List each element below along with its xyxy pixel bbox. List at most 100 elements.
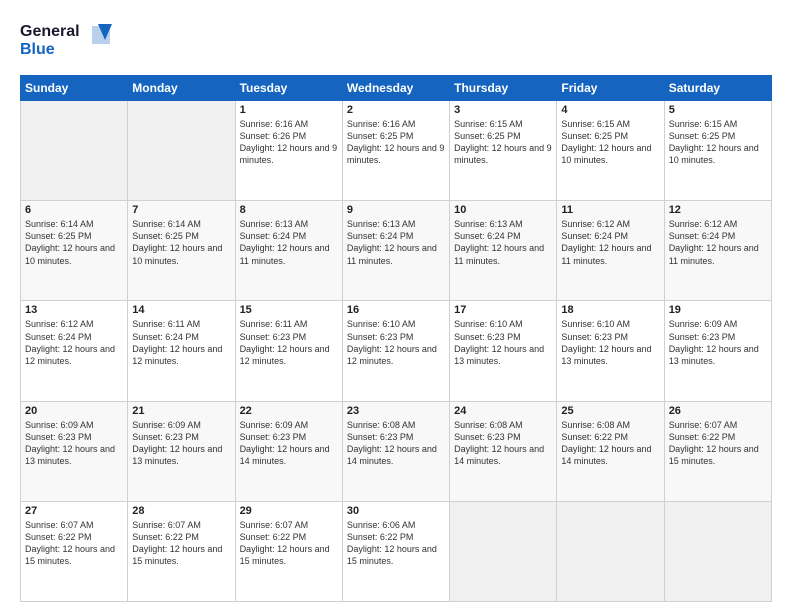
- day-number: 21: [132, 405, 230, 417]
- day-info: Sunrise: 6:10 AM Sunset: 6:23 PM Dayligh…: [454, 318, 552, 367]
- calendar-cell: [450, 501, 557, 601]
- day-info: Sunrise: 6:16 AM Sunset: 6:25 PM Dayligh…: [347, 118, 445, 167]
- day-number: 5: [669, 104, 767, 116]
- calendar-cell: 29Sunrise: 6:07 AM Sunset: 6:22 PM Dayli…: [235, 501, 342, 601]
- calendar-cell: 8 Sunrise: 6:13 AM Sunset: 6:24 PM Daylig…: [235, 201, 342, 301]
- day-number: 28: [132, 505, 230, 517]
- day-number: 3: [454, 104, 552, 116]
- calendar-week-2: 6 Sunrise: 6:14 AM Sunset: 6:25 PM Daylig…: [21, 201, 772, 301]
- day-info: Sunrise: 6:14 AM Sunset: 6:25 PM Dayligh…: [25, 218, 123, 267]
- day-number: 7: [132, 204, 230, 216]
- day-info: Sunrise: 6:08 AM Sunset: 6:23 PM Dayligh…: [347, 419, 445, 468]
- day-info: Sunrise: 6:13 AM Sunset: 6:24 PM Dayligh…: [240, 218, 338, 267]
- calendar-cell: 4Sunrise: 6:15 AM Sunset: 6:25 PM Daylig…: [557, 101, 664, 201]
- day-number: 10: [454, 204, 552, 216]
- calendar-table: SundayMondayTuesdayWednesdayThursdayFrid…: [20, 75, 772, 602]
- calendar-cell: 9 Sunrise: 6:13 AM Sunset: 6:24 PM Daylig…: [342, 201, 449, 301]
- day-info: Sunrise: 6:07 AM Sunset: 6:22 PM Dayligh…: [25, 519, 123, 568]
- day-info: Sunrise: 6:14 AM Sunset: 6:25 PM Dayligh…: [132, 218, 230, 267]
- calendar-cell: 14 Sunrise: 6:11 AM Sunset: 6:24 PM Dayli…: [128, 301, 235, 401]
- weekday-header-monday: Monday: [128, 76, 235, 101]
- weekday-header-wednesday: Wednesday: [342, 76, 449, 101]
- calendar-cell: 28 Sunrise: 6:07 AM Sunset: 6:22 PM Dayli…: [128, 501, 235, 601]
- day-info: Sunrise: 6:10 AM Sunset: 6:23 PM Dayligh…: [347, 318, 445, 367]
- calendar-cell: 6 Sunrise: 6:14 AM Sunset: 6:25 PM Daylig…: [21, 201, 128, 301]
- weekday-header-row: SundayMondayTuesdayWednesdayThursdayFrid…: [21, 76, 772, 101]
- day-number: 16: [347, 304, 445, 316]
- day-info: Sunrise: 6:15 AM Sunset: 6:25 PM Dayligh…: [561, 118, 659, 167]
- day-info: Sunrise: 6:08 AM Sunset: 6:23 PM Dayligh…: [454, 419, 552, 468]
- weekday-header-friday: Friday: [557, 76, 664, 101]
- day-number: 19: [669, 304, 767, 316]
- day-info: Sunrise: 6:11 AM Sunset: 6:24 PM Dayligh…: [132, 318, 230, 367]
- calendar-cell: 13 Sunrise: 6:12 AM Sunset: 6:24 PM Dayli…: [21, 301, 128, 401]
- day-number: 11: [561, 204, 659, 216]
- day-number: 29: [240, 505, 338, 517]
- day-number: 25: [561, 405, 659, 417]
- day-number: 8: [240, 204, 338, 216]
- calendar-cell: [21, 101, 128, 201]
- weekday-header-sunday: Sunday: [21, 76, 128, 101]
- day-number: 13: [25, 304, 123, 316]
- calendar-cell: 7 Sunrise: 6:14 AM Sunset: 6:25 PM Daylig…: [128, 201, 235, 301]
- day-info: Sunrise: 6:15 AM Sunset: 6:25 PM Dayligh…: [454, 118, 552, 167]
- day-number: 24: [454, 405, 552, 417]
- day-info: Sunrise: 6:09 AM Sunset: 6:23 PM Dayligh…: [669, 318, 767, 367]
- day-info: Sunrise: 6:09 AM Sunset: 6:23 PM Dayligh…: [132, 419, 230, 468]
- svg-text:Blue: Blue: [20, 41, 55, 58]
- day-info: Sunrise: 6:06 AM Sunset: 6:22 PM Dayligh…: [347, 519, 445, 568]
- svg-text:General: General: [20, 23, 80, 40]
- logo-text: General Blue: [20, 18, 120, 65]
- day-info: Sunrise: 6:10 AM Sunset: 6:23 PM Dayligh…: [561, 318, 659, 367]
- calendar-cell: 2Sunrise: 6:16 AM Sunset: 6:25 PM Daylig…: [342, 101, 449, 201]
- calendar-cell: [557, 501, 664, 601]
- calendar-cell: 23 Sunrise: 6:08 AM Sunset: 6:23 PM Dayli…: [342, 401, 449, 501]
- day-number: 1: [240, 104, 338, 116]
- day-number: 9: [347, 204, 445, 216]
- calendar-cell: 20Sunrise: 6:09 AM Sunset: 6:23 PM Dayli…: [21, 401, 128, 501]
- weekday-header-thursday: Thursday: [450, 76, 557, 101]
- day-info: Sunrise: 6:13 AM Sunset: 6:24 PM Dayligh…: [347, 218, 445, 267]
- day-info: Sunrise: 6:09 AM Sunset: 6:23 PM Dayligh…: [25, 419, 123, 468]
- day-number: 23: [347, 405, 445, 417]
- calendar-cell: 18 Sunrise: 6:10 AM Sunset: 6:23 PM Dayli…: [557, 301, 664, 401]
- calendar-cell: 17 Sunrise: 6:10 AM Sunset: 6:23 PM Dayli…: [450, 301, 557, 401]
- calendar-cell: [128, 101, 235, 201]
- calendar-week-5: 27 Sunrise: 6:07 AM Sunset: 6:22 PM Dayli…: [21, 501, 772, 601]
- calendar-cell: [664, 501, 771, 601]
- calendar-cell: 11Sunrise: 6:12 AM Sunset: 6:24 PM Dayli…: [557, 201, 664, 301]
- calendar-week-3: 13 Sunrise: 6:12 AM Sunset: 6:24 PM Dayli…: [21, 301, 772, 401]
- day-number: 22: [240, 405, 338, 417]
- calendar-cell: 24 Sunrise: 6:08 AM Sunset: 6:23 PM Dayli…: [450, 401, 557, 501]
- calendar-cell: 22 Sunrise: 6:09 AM Sunset: 6:23 PM Dayli…: [235, 401, 342, 501]
- calendar-cell: 27 Sunrise: 6:07 AM Sunset: 6:22 PM Dayli…: [21, 501, 128, 601]
- calendar-cell: 5Sunrise: 6:15 AM Sunset: 6:25 PM Daylig…: [664, 101, 771, 201]
- weekday-header-tuesday: Tuesday: [235, 76, 342, 101]
- calendar-cell: 1 Sunrise: 6:16 AM Sunset: 6:26 PM Daylig…: [235, 101, 342, 201]
- calendar-cell: 15Sunrise: 6:11 AM Sunset: 6:23 PM Dayli…: [235, 301, 342, 401]
- calendar-week-4: 20Sunrise: 6:09 AM Sunset: 6:23 PM Dayli…: [21, 401, 772, 501]
- day-number: 27: [25, 505, 123, 517]
- logo-icon: General Blue: [20, 18, 120, 60]
- day-info: Sunrise: 6:07 AM Sunset: 6:22 PM Dayligh…: [132, 519, 230, 568]
- day-number: 18: [561, 304, 659, 316]
- day-info: Sunrise: 6:11 AM Sunset: 6:23 PM Dayligh…: [240, 318, 338, 367]
- page: General Blue SundayMondayTuesdayWednesda…: [0, 0, 792, 612]
- day-number: 17: [454, 304, 552, 316]
- calendar-cell: 12 Sunrise: 6:12 AM Sunset: 6:24 PM Dayli…: [664, 201, 771, 301]
- day-info: Sunrise: 6:09 AM Sunset: 6:23 PM Dayligh…: [240, 419, 338, 468]
- day-info: Sunrise: 6:16 AM Sunset: 6:26 PM Dayligh…: [240, 118, 338, 167]
- weekday-header-saturday: Saturday: [664, 76, 771, 101]
- calendar-cell: 30 Sunrise: 6:06 AM Sunset: 6:22 PM Dayli…: [342, 501, 449, 601]
- day-info: Sunrise: 6:12 AM Sunset: 6:24 PM Dayligh…: [25, 318, 123, 367]
- calendar-cell: 3 Sunrise: 6:15 AM Sunset: 6:25 PM Daylig…: [450, 101, 557, 201]
- calendar-cell: 10 Sunrise: 6:13 AM Sunset: 6:24 PM Dayli…: [450, 201, 557, 301]
- day-number: 30: [347, 505, 445, 517]
- day-info: Sunrise: 6:13 AM Sunset: 6:24 PM Dayligh…: [454, 218, 552, 267]
- day-number: 26: [669, 405, 767, 417]
- day-number: 12: [669, 204, 767, 216]
- day-number: 14: [132, 304, 230, 316]
- calendar-cell: 19 Sunrise: 6:09 AM Sunset: 6:23 PM Dayli…: [664, 301, 771, 401]
- day-number: 6: [25, 204, 123, 216]
- day-info: Sunrise: 6:12 AM Sunset: 6:24 PM Dayligh…: [669, 218, 767, 267]
